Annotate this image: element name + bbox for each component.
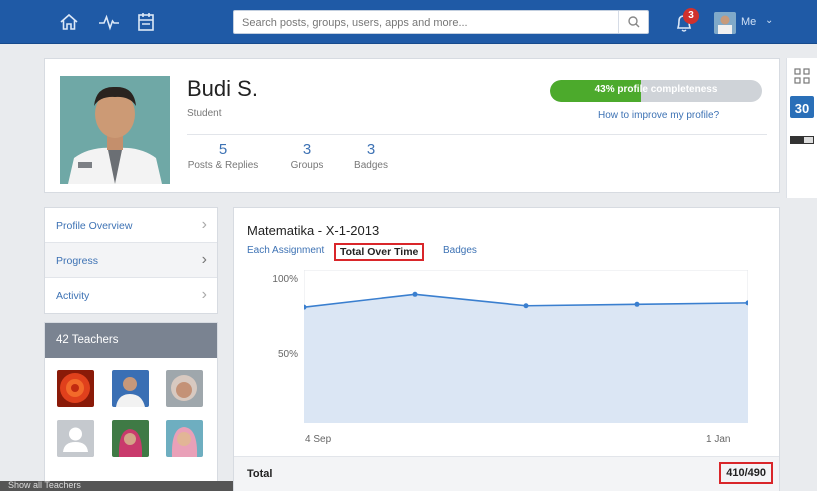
data-point[interactable]	[634, 301, 640, 307]
teacher-avatar[interactable]	[166, 370, 203, 407]
search-button[interactable]	[618, 11, 648, 33]
total-row: Total 410/490	[234, 456, 779, 491]
improve-profile-link[interactable]: How to improve my profile?	[598, 110, 719, 121]
chevron-down-icon[interactable]: ⌄	[765, 15, 773, 26]
stat-posts-replies[interactable]: 5 Posts & Replies	[187, 141, 259, 171]
user-avatar[interactable]	[714, 12, 736, 34]
teacher-avatar[interactable]	[57, 370, 94, 407]
me-menu-label[interactable]: Me	[741, 16, 756, 28]
calendar-icon[interactable]	[135, 12, 157, 32]
profile-nav: Profile Overview › Progress › Activity ›	[44, 207, 218, 314]
teacher-photo	[166, 370, 203, 407]
svg-text:30: 30	[795, 101, 809, 116]
right-app-rail: 30	[786, 58, 817, 198]
teacher-photo	[112, 370, 149, 407]
nav-item-progress[interactable]: Progress ›	[45, 243, 217, 278]
stat-value: 3	[302, 141, 312, 158]
show-all-teachers-link[interactable]: Show all Teachers	[8, 480, 81, 490]
data-point[interactable]	[412, 291, 418, 297]
data-point[interactable]	[523, 303, 529, 309]
stat-value: 3	[366, 141, 376, 158]
tab-each-assignment[interactable]: Each Assignment	[247, 245, 324, 256]
app-shortcut-icon[interactable]	[790, 136, 814, 144]
course-progress-card: Matematika - X-1-2013 Each Assignment To…	[233, 207, 780, 491]
profile-name: Budi S.	[187, 76, 258, 101]
profile-photo	[60, 76, 170, 184]
x-tick-label: 1 Jan	[706, 434, 731, 445]
apps-grid-icon[interactable]	[794, 68, 810, 84]
chevron-right-icon: ›	[201, 251, 207, 268]
completeness-text: 43% profile completeness	[594, 84, 718, 95]
nav-item-profile-overview[interactable]: Profile Overview ›	[45, 208, 217, 243]
search-box	[233, 10, 649, 34]
teacher-photo	[112, 420, 149, 457]
stat-label: Badges	[354, 160, 388, 171]
profile-completeness-bar: 43% profile completeness	[550, 80, 762, 102]
nav-item-label: Activity	[56, 290, 90, 302]
flower-photo	[57, 370, 94, 407]
nav-item-activity[interactable]: Activity ›	[45, 278, 217, 313]
divider	[187, 134, 767, 135]
profile-role: Student	[187, 108, 222, 119]
teachers-heading: 42 Teachers	[56, 334, 119, 346]
nav-item-label: Progress	[56, 255, 99, 267]
default-user-icon	[57, 420, 94, 457]
tab-total-over-time[interactable]: Total Over Time	[334, 243, 425, 261]
total-over-time-chart	[304, 270, 748, 423]
calendar-app-icon[interactable]: 30	[790, 96, 814, 118]
y-tick-label: 50%	[277, 349, 298, 360]
search-icon	[628, 16, 640, 28]
stat-value: 5	[218, 141, 228, 158]
teacher-avatar[interactable]	[112, 420, 149, 457]
stat-badges[interactable]: 3 Badges	[350, 141, 392, 171]
profile-card: Budi S. Student 43% profile completeness…	[44, 58, 780, 193]
y-tick-label: 100%	[272, 274, 298, 285]
teacher-avatar[interactable]	[166, 420, 203, 457]
chevron-right-icon: ›	[201, 286, 207, 303]
total-label: Total	[247, 468, 273, 480]
course-title: Matematika - X-1-2013	[247, 223, 380, 238]
stat-label: Posts & Replies	[187, 160, 259, 171]
teachers-panel: 42 Teachers	[44, 322, 218, 491]
notification-count-badge[interactable]: 3	[683, 8, 699, 24]
series-area	[304, 294, 748, 423]
chevron-right-icon: ›	[201, 216, 207, 233]
nav-item-label: Profile Overview	[56, 220, 133, 232]
home-icon[interactable]	[58, 12, 80, 32]
total-score: 410/490	[719, 462, 773, 484]
x-tick-label: 4 Sep	[305, 434, 332, 445]
teachers-header: 42 Teachers	[45, 323, 217, 358]
stat-groups[interactable]: 3 Groups	[286, 141, 328, 171]
stat-label: Groups	[290, 160, 324, 171]
search-input[interactable]	[242, 15, 612, 31]
user-photo	[714, 12, 736, 34]
student-portrait	[60, 76, 170, 184]
top-navigation-bar: 3 Me ⌄	[0, 0, 817, 44]
activity-icon[interactable]	[98, 12, 120, 32]
teacher-avatar[interactable]	[57, 420, 94, 457]
teacher-avatar[interactable]	[112, 370, 149, 407]
teacher-photo	[166, 420, 203, 457]
tab-badges[interactable]: Badges	[443, 245, 477, 256]
